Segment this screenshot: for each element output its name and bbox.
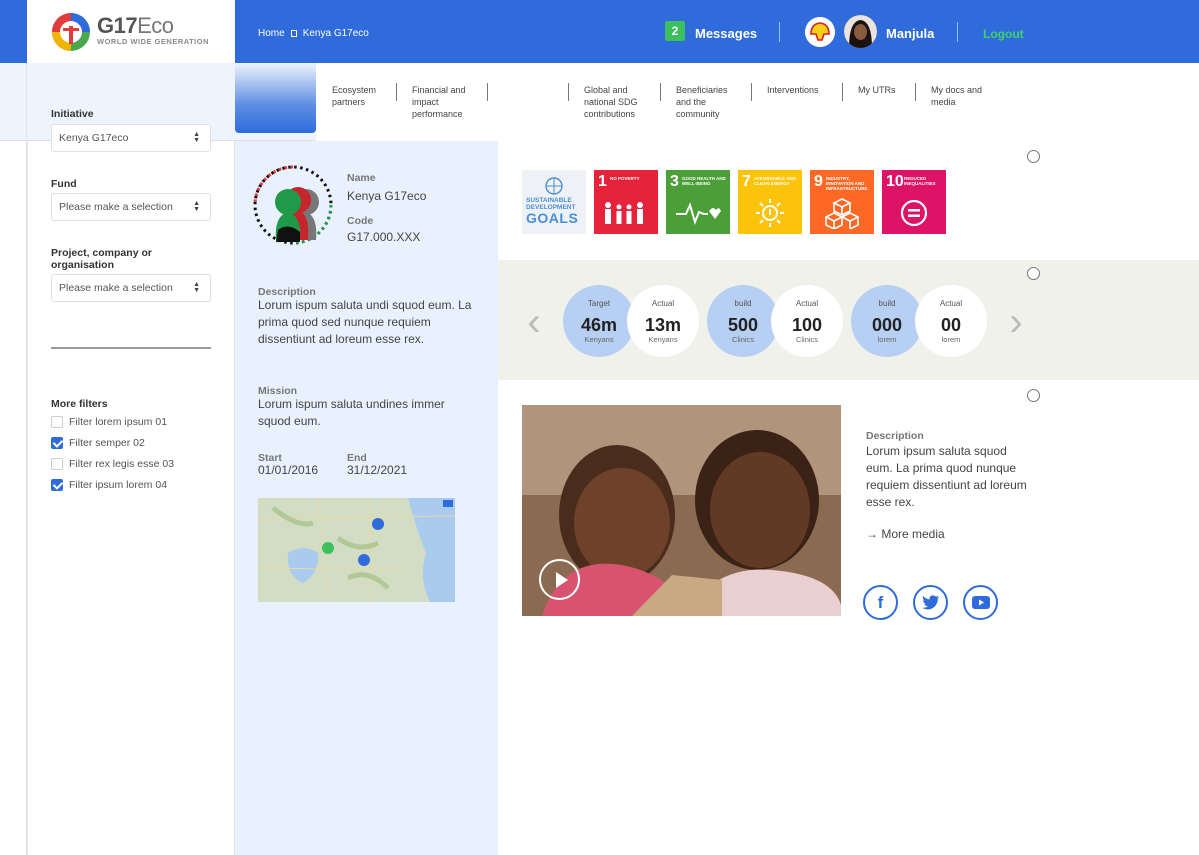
breadcrumb-separator-icon: [290, 30, 297, 37]
breadcrumb-current[interactable]: Kenya G17eco: [303, 28, 369, 39]
filter-option[interactable]: Filter lorem ipsum 01: [51, 416, 167, 428]
sdg-1-tile[interactable]: 1 NO POVERTY: [594, 170, 658, 234]
initiative-select-value: Kenya G17eco: [59, 132, 129, 144]
play-icon[interactable]: [539, 559, 580, 600]
header-divider: [957, 22, 958, 42]
description-value: Lorum ispum saluta undi squod eum. La pr…: [258, 298, 472, 346]
stat-circle: Actual 13m Kenyans: [627, 285, 699, 357]
breadcrumb-home[interactable]: Home: [258, 28, 285, 39]
section-select-radio[interactable]: [1027, 150, 1040, 163]
media-description-label: Description: [866, 430, 924, 442]
sidebar-divider: [51, 347, 211, 349]
nav-item-financial-impact[interactable]: Financial and impact performance: [412, 84, 466, 120]
more-media-link[interactable]: → More media: [866, 527, 945, 541]
user-avatar[interactable]: [844, 15, 877, 48]
stat-circle: Target 46m Kenyans: [563, 285, 635, 357]
filter-option[interactable]: Filter semper 02: [51, 437, 145, 449]
sun-icon: [738, 194, 802, 232]
end-value: 31/12/2021: [347, 463, 408, 477]
breadcrumb: Home Kenya G17eco: [258, 28, 369, 39]
g17eco-logo-icon: [52, 13, 90, 51]
messages-count-badge[interactable]: 2: [665, 21, 685, 41]
project-select[interactable]: Please make a selection ▲ ▼: [51, 274, 211, 302]
twitter-icon[interactable]: [913, 585, 948, 620]
stat-circle: build 500 Clinics: [707, 285, 779, 357]
messages-link[interactable]: Messages: [695, 26, 757, 41]
initiative-select[interactable]: Kenya G17eco ▲ ▼: [51, 124, 211, 152]
nav-item-beneficiaries[interactable]: Beneficiaries and the community: [676, 84, 728, 120]
fund-select[interactable]: Please make a selection ▲ ▼: [51, 193, 211, 221]
nav-divider: [842, 83, 843, 101]
nav-divider: [751, 83, 752, 101]
select-arrows-icon: ▲ ▼: [193, 131, 200, 144]
equal-icon: [882, 194, 946, 232]
project-select-value: Please make a selection: [59, 282, 173, 294]
nav-divider: [487, 83, 488, 101]
nav-item-my-utrs[interactable]: My UTRs: [858, 84, 896, 96]
stat-circle: build 000 lorem: [851, 285, 923, 357]
project-label: Project, company or organisation: [51, 247, 152, 271]
code-label: Code: [347, 215, 374, 227]
nav-item-my-docs-media[interactable]: My docs and media: [931, 84, 982, 108]
location-map[interactable]: [258, 498, 455, 602]
sdg-3-tile[interactable]: 3 GOOD HEALTH AND WELL-BEING: [666, 170, 730, 234]
chevron-right-icon[interactable]: ›: [1004, 302, 1028, 343]
nav-divider: [396, 83, 397, 101]
nav-divider: [660, 83, 661, 101]
sdg-7-tile[interactable]: 7 AFFORDABLE AND CLEAN ENERGY: [738, 170, 802, 234]
filter-checkbox[interactable]: [51, 458, 63, 470]
code-value: G17.000.XXX: [347, 230, 421, 244]
chevron-left-icon[interactable]: ‹: [522, 302, 546, 343]
sdg-icons-row: SUSTAINABLE DEVELOPMENT GOALS 1 NO POVERT…: [522, 170, 946, 234]
header-divider: [779, 22, 780, 42]
section-select-radio[interactable]: [1027, 267, 1040, 280]
cubes-icon: [810, 194, 874, 232]
user-avatar-icon: [844, 15, 877, 48]
heartbeat-icon: [666, 194, 730, 232]
filter-checkbox[interactable]: [51, 479, 63, 491]
initiative-label: Initiative: [51, 108, 94, 120]
people-icon: [594, 194, 658, 232]
media-description-value: Lorum ipsum saluta squod eum. La prima q…: [866, 444, 1027, 509]
name-label: Name: [347, 172, 376, 184]
un-emblem-icon: [545, 177, 563, 195]
brand-suffix: Eco: [137, 13, 174, 38]
mission-value: Lorum ispum saluta undines immer squod e…: [258, 397, 445, 428]
nav-active-tab[interactable]: [235, 63, 316, 133]
nav-item-ecosystem-partners[interactable]: Ecosystem partners: [332, 84, 376, 108]
logo[interactable]: G17Eco WORLD WIDE GENERATION: [27, 0, 235, 63]
filter-checkbox[interactable]: [51, 416, 63, 428]
name-value: Kenya G17eco: [347, 189, 427, 203]
sdg-goals-logo: SUSTAINABLE DEVELOPMENT GOALS: [522, 170, 586, 234]
logout-button[interactable]: Logout: [983, 27, 1024, 41]
filter-option[interactable]: Filter ipsum lorem 04: [51, 479, 167, 491]
filter-option[interactable]: Filter rex legis esse 03: [51, 458, 174, 470]
fund-label: Fund: [51, 178, 77, 190]
kenya-g17eco-logo-icon: [253, 165, 333, 245]
user-name[interactable]: Manjula: [886, 26, 934, 41]
start-value: 01/01/2016: [258, 463, 319, 477]
nav-item-sdg-contributions[interactable]: Global and national SDG contributions: [584, 84, 638, 120]
map-image: [258, 498, 455, 602]
filter-checkbox[interactable]: [51, 437, 63, 449]
shell-logo-icon[interactable]: [805, 17, 835, 47]
facebook-icon[interactable]: f: [863, 585, 898, 620]
select-arrows-icon: ▲ ▼: [193, 200, 200, 213]
section-select-radio[interactable]: [1027, 389, 1040, 402]
brand-name: G17: [97, 13, 138, 38]
fund-select-value: Please make a selection: [59, 201, 173, 213]
sdg-9-tile[interactable]: 9 INDUSTRY, INNOVATION AND INFRASTRUCTUR…: [810, 170, 874, 234]
more-filters-label: More filters: [51, 398, 108, 410]
nav-divider: [568, 83, 569, 101]
youtube-icon[interactable]: [963, 585, 998, 620]
nav-divider: [915, 83, 916, 101]
sdg-10-tile[interactable]: 10 REDUCED INEQUALITIES: [882, 170, 946, 234]
stat-circle: Actual 00 lorem: [915, 285, 987, 357]
nav-item-interventions[interactable]: Interventions: [767, 84, 819, 96]
select-arrows-icon: ▲ ▼: [193, 281, 200, 294]
brand-tagline: WORLD WIDE GENERATION: [97, 37, 210, 46]
stat-circle: Actual 100 Clinics: [771, 285, 843, 357]
